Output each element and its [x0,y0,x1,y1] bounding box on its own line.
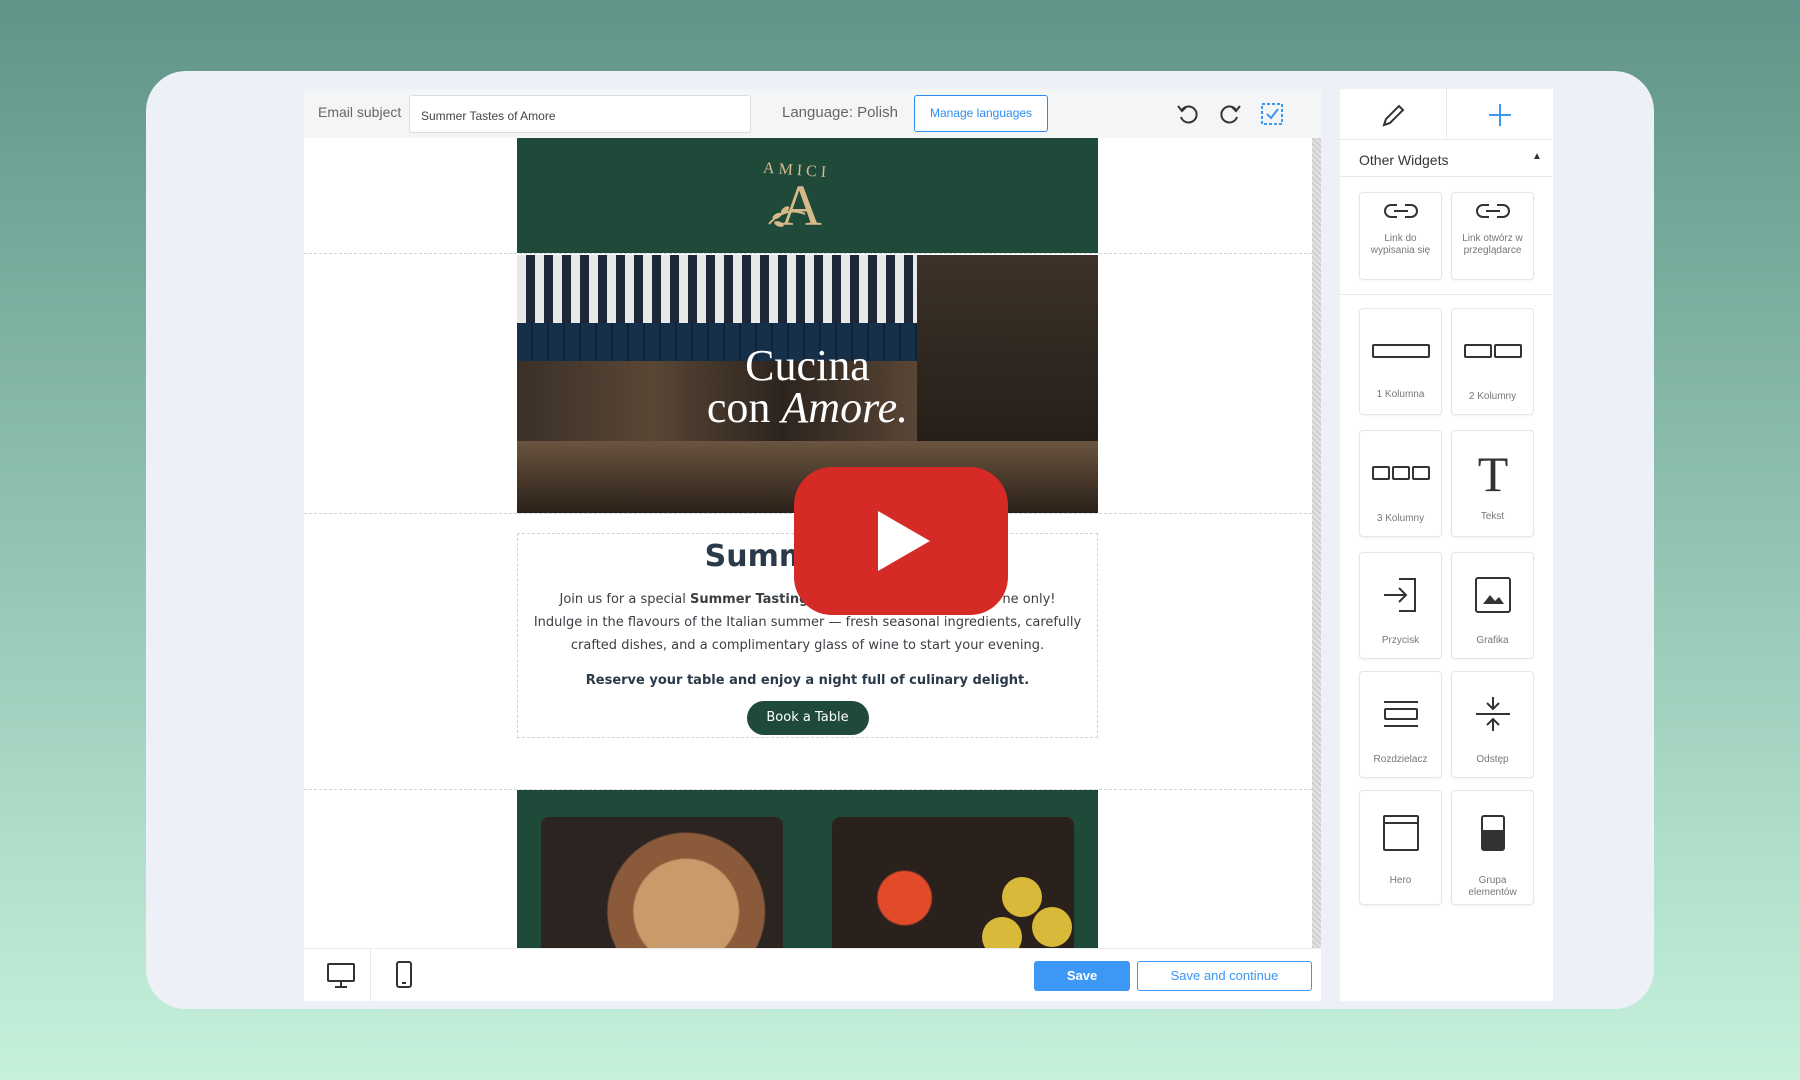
image-icon [1474,577,1511,613]
body-line-1-b: Summer Tasting [690,592,809,607]
desktop-view-icon[interactable] [326,960,356,990]
plus-icon[interactable] [1485,100,1515,130]
widget-spacer[interactable]: Odstęp [1451,671,1534,778]
awning-stripes [517,255,917,323]
canvas-scrollbar[interactable] [1312,138,1321,948]
widget-three-columns[interactable]: 3 Kolumny [1359,430,1442,537]
save-button[interactable]: Save [1034,961,1130,991]
divider-icon [1383,701,1418,727]
hero-title: Cucina con Amore. [517,341,1098,430]
widget-element-group[interactable]: Grupa elementów [1451,790,1534,905]
widget-browser-link[interactable]: Link otwórz w przeglądarce [1451,192,1534,280]
email-subject-label: Email subject [318,104,402,120]
save-and-continue-button[interactable]: Save and continue [1137,961,1312,991]
panel-tabs [1340,89,1553,140]
widget-label: Grupa elementów [1468,875,1517,898]
device-separator [370,949,371,1002]
redo-icon[interactable] [1217,101,1243,127]
hero-icon [1382,815,1419,851]
editor-topbar: Email subject Summer Tastes of Amore Lan… [304,89,1321,138]
widget-label: Tekst [1480,511,1505,522]
widget-text[interactable]: T Tekst [1451,430,1534,537]
lemon-shape [1002,877,1042,917]
body-line-1-c: ne only! [1002,592,1056,607]
svg-text:T: T [1477,449,1508,497]
widget-label: Grafika [1476,635,1509,646]
widget-label: Przycisk [1381,635,1420,646]
panel-separator [1340,294,1553,295]
widget-image[interactable]: Grafika [1451,552,1534,659]
lemon-shape [1032,907,1072,947]
email-header-logo[interactable]: AMICI A [517,138,1098,253]
widget-hero[interactable]: Hero [1359,790,1442,905]
two-columns-icon [1463,344,1522,358]
link-icon [1383,204,1418,218]
widget-label: Hero [1389,875,1412,886]
body-line-3: crafted dishes, and a complimentary glas… [570,638,1045,653]
youtube-play-icon[interactable] [794,467,1008,615]
book-table-button[interactable]: Book a Table [746,701,869,735]
link-icon [1475,204,1510,218]
widgets-panel: Other Widgets ▲ Link do wypisania się Li… [1340,89,1553,1001]
other-widgets-header[interactable]: Other Widgets ▲ [1340,140,1553,177]
text-icon: T [1477,449,1508,497]
widget-divider[interactable]: Rozdzielacz [1359,671,1442,778]
one-column-icon [1371,344,1430,358]
manage-languages-button[interactable]: Manage languages [914,95,1048,132]
widget-label: Odstęp [1476,754,1509,765]
editor-bottom-bar: Save Save and continue [304,948,1321,1002]
spacer-icon [1475,697,1510,731]
three-columns-icon [1371,466,1430,480]
hero-title-con: con [706,383,782,432]
widget-two-columns[interactable]: 2 Kolumny [1451,308,1534,415]
row-divider [304,253,1312,254]
hero-title-line2: con Amore. [517,386,1098,430]
button-icon [1383,578,1416,612]
widget-label: 1 Kolumna [1376,389,1425,400]
widget-label: Link otwórz w przeglądarce [1462,233,1523,256]
select-check-icon[interactable] [1259,101,1285,127]
gallery-image-pizza[interactable] [541,817,783,948]
widget-label: 2 Kolumny [1468,391,1517,402]
widget-label: Rozdzielacz [1373,754,1428,765]
hero-title-amore: Amore. [781,383,909,432]
hero-title-line1: Cucina [745,341,870,390]
widget-label: Link do wypisania się [1370,233,1431,256]
section-title: Other Widgets [1359,152,1449,168]
email-gallery[interactable] [517,790,1098,948]
widget-button[interactable]: Przycisk [1359,552,1442,659]
lemon-shape [982,917,1022,948]
logo-leaf-icon [768,206,806,227]
mobile-view-icon[interactable] [392,960,416,990]
widget-one-column[interactable]: 1 Kolumna [1359,308,1442,415]
email-subject-input[interactable]: Summer Tastes of Amore [409,95,751,133]
body-line-1-a: Join us for a special [559,592,690,607]
tab-separator [1446,89,1447,140]
group-icon [1480,815,1505,851]
gallery-image-drink[interactable] [832,817,1074,948]
widget-unsubscribe-link[interactable]: Link do wypisania się [1359,192,1442,280]
email-cta-text: Reserve your table and enjoy a night ful… [585,673,1030,688]
undo-icon[interactable] [1175,101,1201,127]
widget-label: 3 Kolumny [1376,513,1425,524]
pencil-icon[interactable] [1378,100,1408,130]
language-label: Language: Polish [782,104,898,121]
collapse-caret-icon[interactable]: ▲ [1532,151,1542,162]
